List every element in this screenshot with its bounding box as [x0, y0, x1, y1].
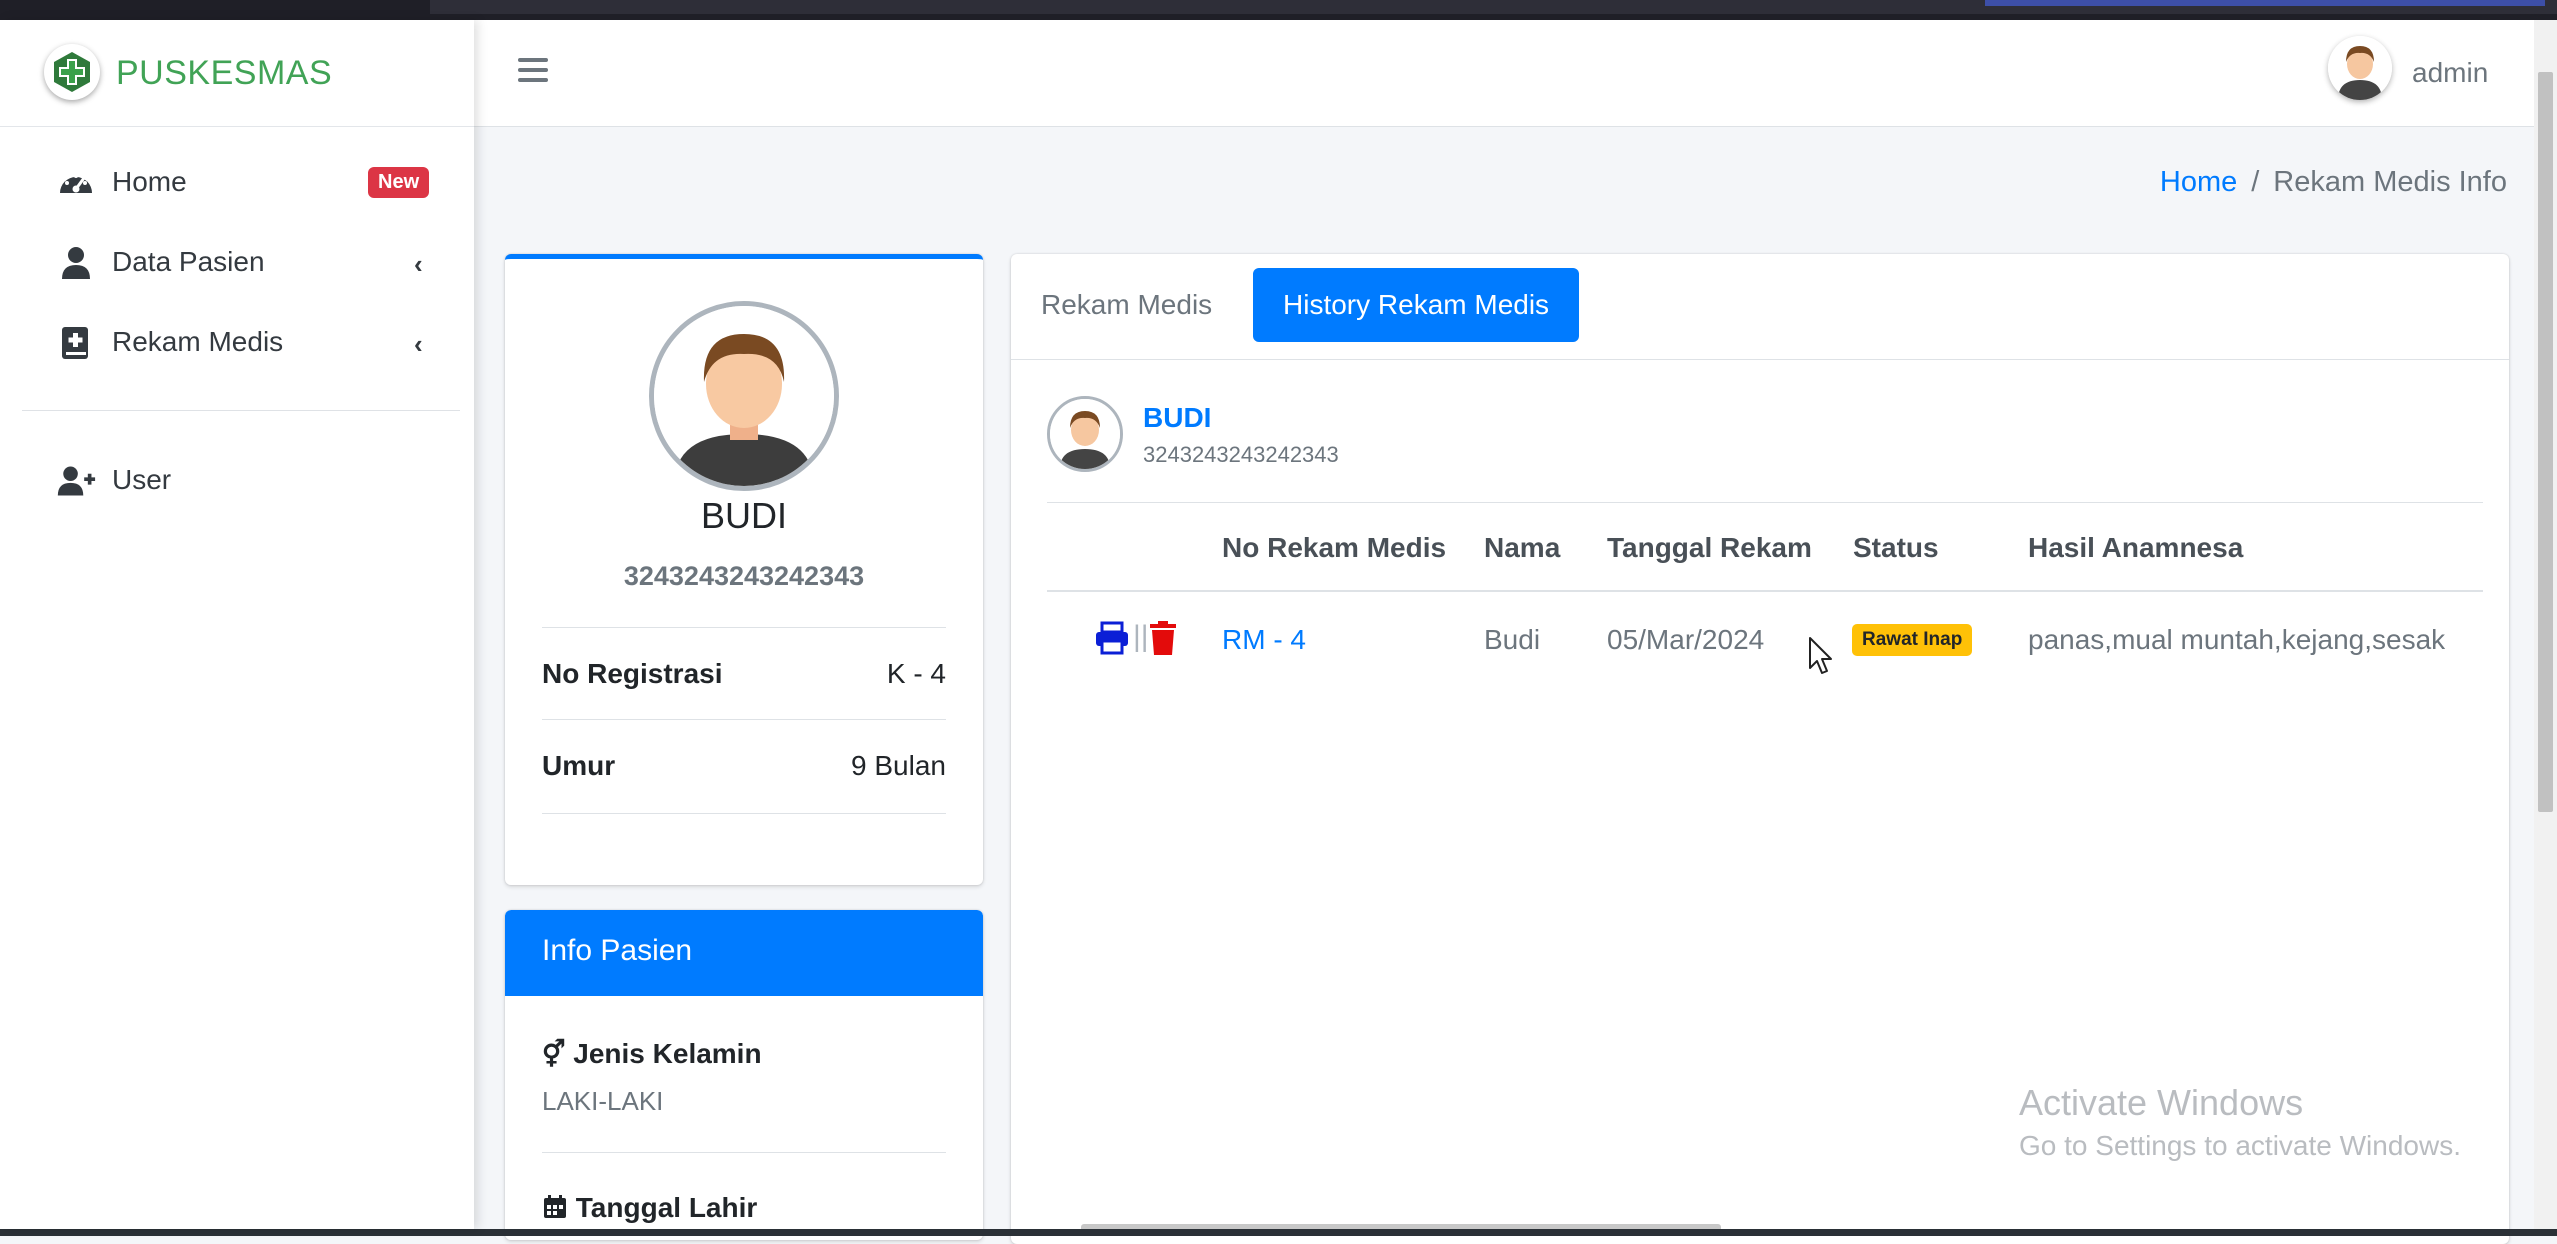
user-plus-icon — [57, 466, 96, 496]
sidebar-item-label: User — [112, 464, 172, 495]
nama-cell: Budi — [1484, 624, 1541, 655]
sidebar-divider — [22, 410, 460, 411]
avatar[interactable] — [2328, 36, 2392, 100]
jenis-kelamin-label: ⚥ Jenis Kelamin — [542, 1038, 762, 1069]
breadcrumb: Home / Rekam Medis Info — [2159, 166, 2507, 198]
sidebar: PUSKESMAS Home New Data Pasien ‹ Rekam M… — [0, 20, 474, 1229]
profile-avatar — [649, 301, 839, 491]
sidebar-item-label: Data Pasien — [112, 246, 265, 277]
sidebar-item-data-pasien[interactable]: Data Pasien ‹ — [0, 227, 474, 297]
hasil-anamnesa-cell: panas,mual muntah,kejang,sesak — [2028, 624, 2446, 655]
tachometer-icon — [60, 174, 92, 193]
info-pasien-card: Info Pasien ⚥ Jenis Kelamin LAKI-LAKI Ta… — [505, 910, 983, 1240]
brand[interactable]: PUSKESMAS — [0, 20, 474, 127]
menu-toggle-icon[interactable] — [518, 58, 548, 82]
chevron-left-icon: ‹ — [414, 329, 423, 359]
medical-book-icon — [62, 327, 88, 359]
tab-rekam-medis[interactable]: Rekam Medis — [1011, 268, 1242, 342]
venus-mars-icon: ⚥ — [542, 1039, 566, 1069]
os-top-bar — [0, 0, 2557, 20]
profile-row-registrasi: No Registrasi K - 4 — [542, 627, 946, 718]
top-navbar: admin — [474, 20, 2534, 127]
page-scrollbar[interactable] — [2534, 20, 2557, 1229]
breadcrumb-home-link[interactable]: Home — [2160, 166, 2237, 198]
jenis-kelamin-value: LAKI-LAKI — [542, 1086, 664, 1116]
column-header[interactable]: Hasil Anamnesa — [2028, 532, 2243, 564]
breadcrumb-current: Rekam Medis Info — [2273, 166, 2507, 198]
no-rekam-link[interactable]: RM - 4 — [1222, 624, 1306, 656]
sidebar-item-label: Rekam Medis — [112, 326, 284, 357]
chevron-left-icon: ‹ — [414, 249, 423, 279]
tanggal-cell: 05/Mar/2024 — [1607, 624, 1765, 655]
status-badge: Rawat Inap — [1852, 624, 1973, 656]
action-separator: || — [1133, 620, 1149, 653]
tanggal-lahir-label: Tanggal Lahir — [542, 1192, 757, 1224]
mouse-cursor-icon — [1809, 637, 1832, 674]
windows-watermark-subtitle: Go to Settings to activate Windows. — [2019, 1130, 2461, 1161]
brand-name: PUSKESMAS — [116, 54, 333, 92]
column-header[interactable]: No Rekam Medis — [1222, 532, 1446, 564]
print-icon[interactable] — [1094, 620, 1130, 656]
windows-watermark-title: Activate Windows — [2019, 1082, 2304, 1123]
patient-avatar — [1047, 396, 1123, 472]
profile-card: BUDI 3243243243242343 No Registrasi K - … — [505, 254, 983, 885]
user-icon — [62, 247, 90, 279]
user-name[interactable]: admin — [2412, 57, 2488, 89]
sidebar-item-rekam-medis[interactable]: Rekam Medis ‹ — [0, 307, 474, 377]
tab-history-rekam-medis[interactable]: History Rekam Medis — [1253, 268, 1580, 342]
puskesmas-logo-icon — [44, 44, 100, 100]
sidebar-item-label: Home — [112, 166, 187, 197]
sidebar-item-user[interactable]: User — [0, 445, 474, 515]
patient-name: BUDI — [1143, 402, 1212, 433]
new-badge: New — [368, 167, 430, 198]
calendar-icon — [544, 1195, 566, 1218]
profile-row-umur: Umur 9 Bulan — [542, 719, 946, 810]
os-bottom-bar — [0, 1229, 2557, 1236]
sidebar-item-home[interactable]: Home New — [0, 147, 474, 217]
tabs: Rekam Medis History Rekam Medis — [1011, 254, 2509, 360]
info-pasien-header: Info Pasien — [505, 910, 983, 996]
column-header[interactable]: Nama — [1484, 532, 1560, 564]
profile-name: BUDI — [700, 495, 787, 536]
trash-icon[interactable] — [1148, 620, 1178, 656]
profile-nik: 3243243243242343 — [623, 561, 865, 591]
column-header[interactable]: Status — [1853, 532, 1939, 564]
patient-nik: 3243243243242343 — [1143, 442, 1339, 467]
column-header[interactable]: Tanggal Rekam — [1607, 532, 1812, 564]
